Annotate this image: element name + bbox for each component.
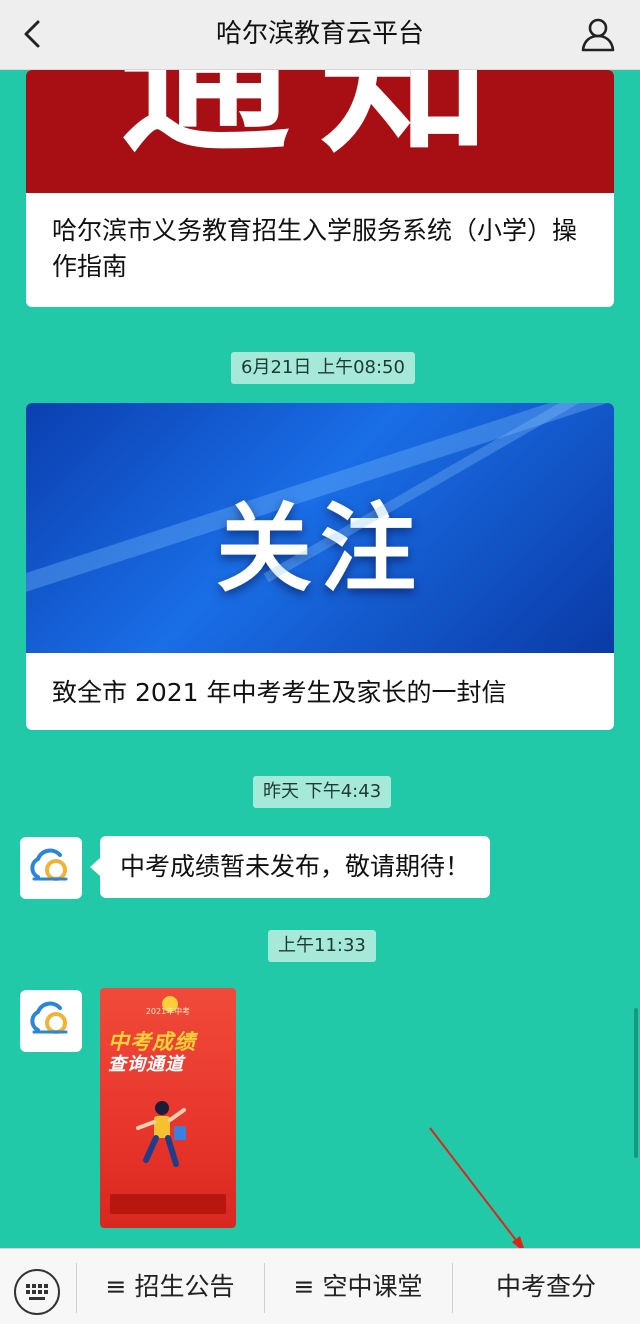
- cloud-logo-icon: [30, 1001, 68, 1034]
- notice-banner: 通知: [26, 70, 614, 193]
- article-card-attention[interactable]: 关注 致全市 2021 年中考考生及家长的一封信: [26, 403, 614, 730]
- page-title: 哈尔滨教育云平台: [215, 19, 424, 49]
- podium-decoration: [110, 1194, 226, 1214]
- menu-divider: [264, 1263, 265, 1313]
- bottom-menu: ≡ 招生公告 ≡ 空中课堂 中考查分: [0, 1248, 640, 1324]
- poster-title-line2: 查询通道: [108, 1054, 184, 1075]
- notice-banner-text: 通知: [119, 70, 520, 177]
- user-profile-button[interactable]: [578, 14, 618, 54]
- article-card-notice[interactable]: 通知 哈尔滨市义务教育招生入学服务系统（小学）操作指南: [26, 70, 614, 307]
- poster-year-text: 2021年中考: [145, 1007, 191, 1016]
- timestamp: 6月21日 上午08:50: [231, 352, 415, 384]
- keyboard-icon: [26, 1284, 48, 1300]
- message-bubble[interactable]: 中考成绩暂未发布，敬请期待！: [89, 836, 491, 898]
- avatar[interactable]: [20, 990, 82, 1052]
- menu-divider: [452, 1263, 453, 1313]
- menu-divider: [76, 1263, 77, 1313]
- menu-item-online-class[interactable]: ≡ 空中课堂: [266, 1249, 450, 1324]
- user-icon: [581, 18, 615, 52]
- runner-figure-icon: [136, 1101, 186, 1167]
- keyboard-toggle-button[interactable]: [14, 1269, 60, 1315]
- article-caption: 哈尔滨市义务教育招生入学服务系统（小学）操作指南: [52, 216, 578, 281]
- timestamp: 上午11:33: [268, 930, 376, 962]
- menu-item-score-query[interactable]: 中考查分: [456, 1249, 636, 1324]
- nav-header: 哈尔滨教育云平台: [0, 0, 640, 70]
- menu-item-enrollment-notice[interactable]: ≡ 招生公告: [78, 1249, 262, 1324]
- attention-banner: 关注: [26, 403, 614, 653]
- timestamp: 昨天 下午4:43: [253, 776, 392, 808]
- scrollbar[interactable]: [634, 1008, 638, 1158]
- score-query-poster-image[interactable]: 2021年中考 中考成绩 查询通道: [100, 988, 236, 1228]
- avatar[interactable]: [20, 837, 82, 899]
- article-caption: 致全市 2021 年中考考生及家长的一封信: [52, 678, 507, 707]
- cloud-logo-icon: [30, 848, 68, 881]
- attention-banner-text: 关注: [216, 493, 424, 605]
